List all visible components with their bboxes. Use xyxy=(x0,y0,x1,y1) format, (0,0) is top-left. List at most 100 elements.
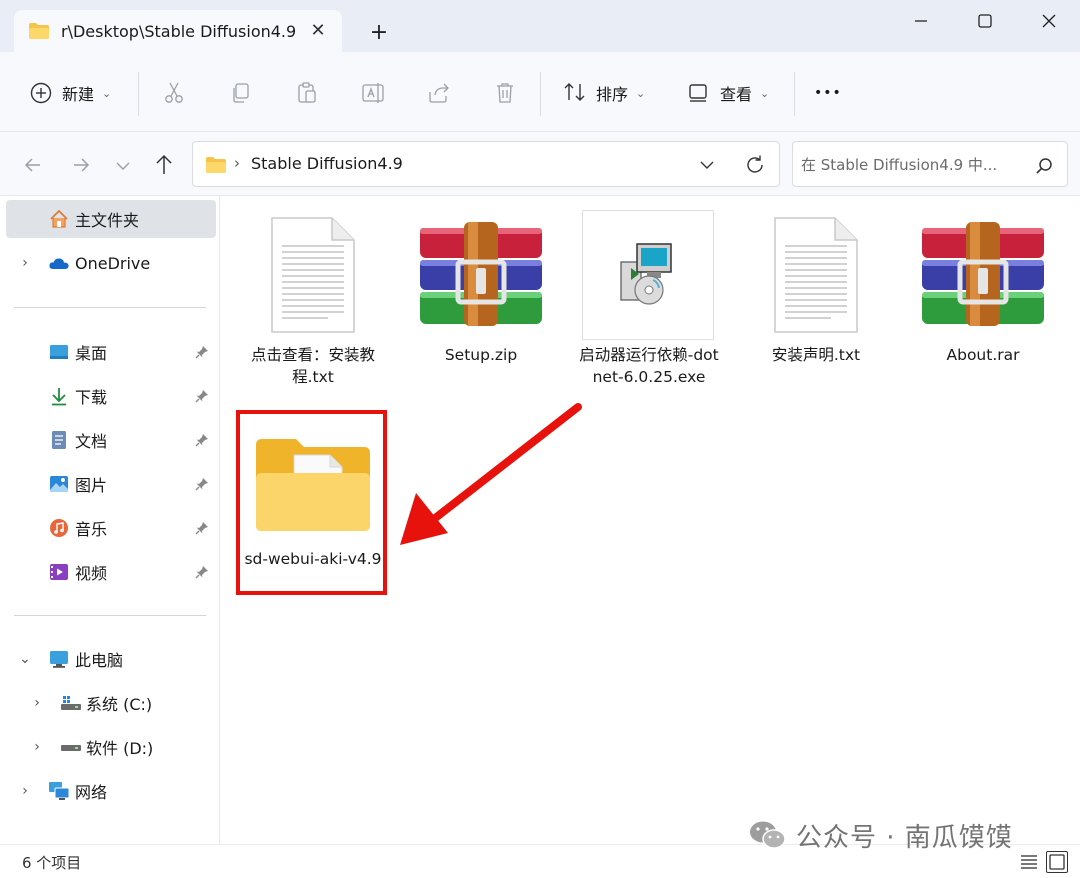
new-label: 新建 xyxy=(62,85,95,104)
music-icon xyxy=(48,517,70,539)
paste-icon[interactable] xyxy=(294,80,320,106)
pin-icon[interactable] xyxy=(194,564,210,580)
navigation-row: › Stable Diffusion4.9 xyxy=(0,132,1080,196)
installer-exe-icon xyxy=(582,210,714,340)
search-icon[interactable] xyxy=(1033,155,1055,177)
sidebar-item-network[interactable]: › 网络 xyxy=(6,772,216,810)
recent-locations-chevron-icon[interactable] xyxy=(108,150,138,180)
network-icon xyxy=(48,780,70,802)
folder-icon xyxy=(205,156,227,178)
address-bar[interactable]: › Stable Diffusion4.9 xyxy=(192,141,780,187)
chevron-down-icon: ⌄ xyxy=(102,86,112,100)
sort-label: 排序 xyxy=(596,85,629,104)
pin-icon[interactable] xyxy=(194,344,210,360)
search-input[interactable] xyxy=(801,152,1027,178)
delete-icon[interactable] xyxy=(492,80,518,106)
plus-circle-icon xyxy=(28,80,54,106)
sidebar-item-documents[interactable]: 文档 xyxy=(6,421,216,459)
breadcrumb-separator[interactable]: › xyxy=(234,154,240,172)
file-name: 启动器运行依赖-dotnet-6.0.25.exe xyxy=(579,346,719,386)
sidebar-item-label: 软件 (D:) xyxy=(86,739,154,758)
sidebar-item-label: OneDrive xyxy=(75,253,151,273)
toolbar-divider xyxy=(540,72,541,116)
details-view-icon[interactable] xyxy=(1018,851,1040,873)
close-window-button[interactable] xyxy=(1026,6,1072,36)
tab-close-button[interactable]: ✕ xyxy=(305,18,331,44)
chevron-right-icon[interactable]: › xyxy=(18,783,32,799)
sidebar-item-label: 音乐 xyxy=(75,520,108,539)
chevron-down-icon[interactable]: ⌄ xyxy=(18,651,32,667)
text-file-icon xyxy=(746,210,886,340)
share-icon[interactable] xyxy=(426,80,452,106)
sidebar-item-music[interactable]: 音乐 xyxy=(6,509,216,547)
sidebar-item-label: 此电脑 xyxy=(75,651,124,670)
chevron-right-icon[interactable]: › xyxy=(30,695,44,711)
winrar-archive-icon xyxy=(913,210,1053,340)
toolbar-divider xyxy=(138,72,139,116)
folder-icon xyxy=(28,22,50,44)
chevron-right-icon[interactable]: › xyxy=(18,255,32,271)
copy-icon[interactable] xyxy=(228,80,254,106)
file-item[interactable]: 安装声明.txt xyxy=(746,210,886,400)
title-bar: r\Desktop\Stable Diffusion4.9 ✕ + xyxy=(0,0,1080,52)
back-arrow-icon[interactable] xyxy=(18,150,48,180)
file-item[interactable]: 启动器运行依赖-dotnet-6.0.25.exe xyxy=(579,210,719,410)
chevron-down-icon: ⌄ xyxy=(636,86,646,100)
computer-icon xyxy=(48,648,70,670)
pin-icon[interactable] xyxy=(194,476,210,492)
refresh-icon[interactable] xyxy=(743,153,767,177)
sidebar-item-drive-c[interactable]: › 系统 (C:) xyxy=(6,684,216,722)
videos-icon xyxy=(48,561,70,583)
sidebar-item-pictures[interactable]: 图片 xyxy=(6,465,216,503)
file-name: Setup.zip xyxy=(444,346,518,364)
navigation-pane: 主文件夹 › OneDrive 桌面 下载 文档 图片 音乐 视频 ⌄ 此电脑 … xyxy=(0,196,220,844)
pin-icon[interactable] xyxy=(194,432,210,448)
view-button[interactable]: 查看 ⌄ xyxy=(686,76,769,110)
new-tab-button[interactable]: + xyxy=(364,18,394,48)
rename-icon[interactable] xyxy=(360,80,386,106)
chevron-right-icon[interactable]: › xyxy=(30,739,44,755)
minimize-button[interactable] xyxy=(898,6,944,36)
up-arrow-icon[interactable] xyxy=(149,150,179,180)
forward-arrow-icon[interactable] xyxy=(66,150,96,180)
item-count: 6 个项目 xyxy=(22,854,82,872)
sidebar-item-desktop[interactable]: 桌面 xyxy=(6,333,216,371)
tab-label: r\Desktop\Stable Diffusion4.9 xyxy=(61,22,297,41)
system-drive-icon xyxy=(60,692,82,714)
home-icon xyxy=(48,208,70,230)
tab-current-folder[interactable]: r\Desktop\Stable Diffusion4.9 ✕ xyxy=(14,10,342,52)
chevron-down-icon[interactable] xyxy=(696,154,718,176)
file-item[interactable]: About.rar xyxy=(913,210,1053,400)
sidebar-item-home[interactable]: 主文件夹 xyxy=(6,200,216,238)
sidebar-item-label: 主文件夹 xyxy=(75,211,140,230)
breadcrumb-current[interactable]: Stable Diffusion4.9 xyxy=(251,154,403,173)
file-item[interactable]: 点击查看：安装教程.txt xyxy=(243,210,383,400)
sidebar-item-label: 文档 xyxy=(75,432,108,451)
cut-icon[interactable] xyxy=(161,80,187,106)
sort-icon xyxy=(562,80,588,106)
sidebar-item-label: 视频 xyxy=(75,564,108,583)
sidebar-item-onedrive[interactable]: › OneDrive xyxy=(6,244,216,282)
sort-button[interactable]: 排序 ⌄ xyxy=(562,76,645,110)
sidebar-item-videos[interactable]: 视频 xyxy=(6,553,216,591)
maximize-button[interactable] xyxy=(962,6,1008,36)
file-name: 安装声明.txt xyxy=(771,346,861,364)
sidebar-divider xyxy=(14,615,206,616)
watermark: 公众号 · 南瓜馍馍 xyxy=(748,815,1013,855)
sidebar-item-label: 网络 xyxy=(75,783,108,802)
watermark-text: 公众号 · 南瓜馍馍 xyxy=(796,822,1013,853)
search-box[interactable] xyxy=(792,141,1068,187)
wechat-logo-icon xyxy=(748,818,788,852)
large-icons-view-icon[interactable] xyxy=(1046,851,1068,873)
file-item[interactable]: Setup.zip xyxy=(411,210,551,400)
file-name: 点击查看：安装教程.txt xyxy=(250,346,375,386)
more-options-button[interactable]: ••• xyxy=(814,76,842,110)
sidebar-item-this-pc[interactable]: ⌄ 此电脑 xyxy=(6,640,216,678)
sidebar-divider xyxy=(14,307,206,308)
pin-icon[interactable] xyxy=(194,520,210,536)
new-button[interactable]: 新建 ⌄ xyxy=(28,76,111,110)
pin-icon[interactable] xyxy=(194,388,210,404)
sidebar-item-drive-d[interactable]: › 软件 (D:) xyxy=(6,728,216,766)
winrar-archive-icon xyxy=(411,210,551,340)
sidebar-item-downloads[interactable]: 下载 xyxy=(6,377,216,415)
